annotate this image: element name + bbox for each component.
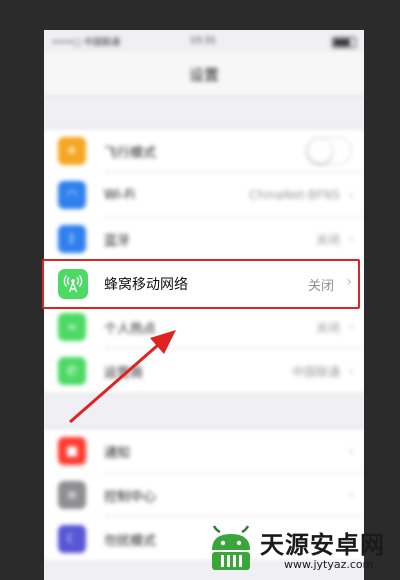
annotation-arrow	[69, 330, 176, 424]
watermark-logo-icon	[212, 525, 250, 570]
watermark-brand: 天源安卓网	[260, 531, 385, 559]
watermark: 天源安卓网 www.jytyaz.com	[206, 522, 396, 576]
arrow-shaft	[69, 343, 159, 424]
watermark-url: www.jytyaz.com	[284, 558, 374, 571]
